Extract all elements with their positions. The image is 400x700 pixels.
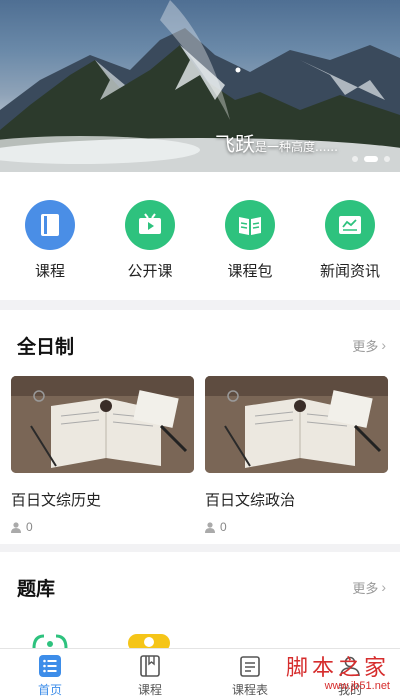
chevron-right-icon: ›: [381, 579, 386, 595]
video-tv-icon: [125, 200, 175, 250]
nav-item-label: 课程包: [227, 263, 273, 280]
nav-item-open-class[interactable]: 公开课: [100, 172, 200, 300]
carousel-dot[interactable]: [384, 156, 390, 162]
tab-label: 首页: [37, 683, 62, 697]
carousel-dot[interactable]: [352, 156, 358, 162]
quick-nav: 课程 公开课 课程包 新闻资讯: [0, 172, 400, 300]
section-header: 全日制 更多 ›: [0, 310, 400, 380]
nav-item-label: 公开课: [127, 263, 173, 280]
course-list: 百日文综历史 0 百日文综政治 0: [11, 376, 388, 534]
course-thumbnail: [205, 376, 388, 473]
learner-count: 0: [220, 520, 227, 534]
banner-caption: 飞跃是一种高度......: [215, 128, 338, 157]
user-count-icon: [205, 521, 215, 533]
section-title: 题库: [17, 578, 56, 600]
carousel-dot-active[interactable]: [364, 156, 378, 162]
book-icon: [140, 655, 160, 677]
course-meta: 0: [11, 520, 194, 534]
chevron-right-icon: ›: [381, 337, 386, 353]
news-icon: [325, 200, 375, 250]
book-icon: [25, 200, 75, 250]
tab-label: 课程表: [231, 683, 268, 697]
fulltime-section: 全日制 更多 › 百日文综历史 0 百日文综政治 0: [0, 310, 400, 544]
more-label: 更多: [352, 580, 379, 596]
nav-item-course-pack[interactable]: 课程包: [200, 172, 300, 300]
learner-count: 0: [26, 520, 33, 534]
schedule-icon: [240, 656, 260, 677]
watermark-title: 脚本之家: [285, 656, 390, 681]
open-book-icon: [225, 200, 275, 250]
banner-caption-title: 飞跃: [215, 132, 255, 156]
nav-item-courses[interactable]: 课程: [0, 172, 100, 300]
hero-banner[interactable]: 飞跃是一种高度......: [0, 0, 400, 172]
more-link[interactable]: 更多 ›: [352, 336, 386, 355]
site-watermark: 脚本之家 www.jb51.net: [286, 650, 390, 692]
course-thumbnail: [11, 376, 194, 473]
course-title: 百日文综政治: [205, 492, 296, 509]
nav-item-news[interactable]: 新闻资讯: [300, 172, 400, 300]
carousel-indicator[interactable]: [352, 156, 390, 162]
wifi-exam-icon[interactable]: [30, 630, 70, 648]
banner-caption-subtitle: 是一种高度......: [255, 140, 338, 154]
more-link[interactable]: 更多 ›: [352, 578, 386, 597]
section-title: 全日制: [17, 336, 75, 358]
course-card[interactable]: 百日文综政治 0: [205, 376, 388, 534]
course-title: 百日文综历史: [11, 492, 102, 509]
user-count-icon: [11, 521, 21, 533]
course-meta: 0: [205, 520, 388, 534]
question-bank-section: 题库 更多 ›: [0, 552, 400, 648]
tab-label: 课程: [137, 683, 162, 697]
nav-item-label: 课程: [34, 263, 65, 280]
exam-badge-icon[interactable]: [126, 630, 172, 648]
section-header: 题库 更多 ›: [0, 552, 400, 622]
mountain-illustration: [0, 0, 400, 172]
tab-courses[interactable]: 课程: [100, 649, 200, 700]
home-list-icon: [39, 655, 61, 677]
more-label: 更多: [352, 338, 379, 354]
question-bank-list: [30, 630, 172, 648]
course-card[interactable]: 百日文综历史 0: [11, 376, 194, 534]
nav-item-label: 新闻资讯: [319, 263, 380, 280]
tab-home[interactable]: 首页: [0, 649, 100, 700]
